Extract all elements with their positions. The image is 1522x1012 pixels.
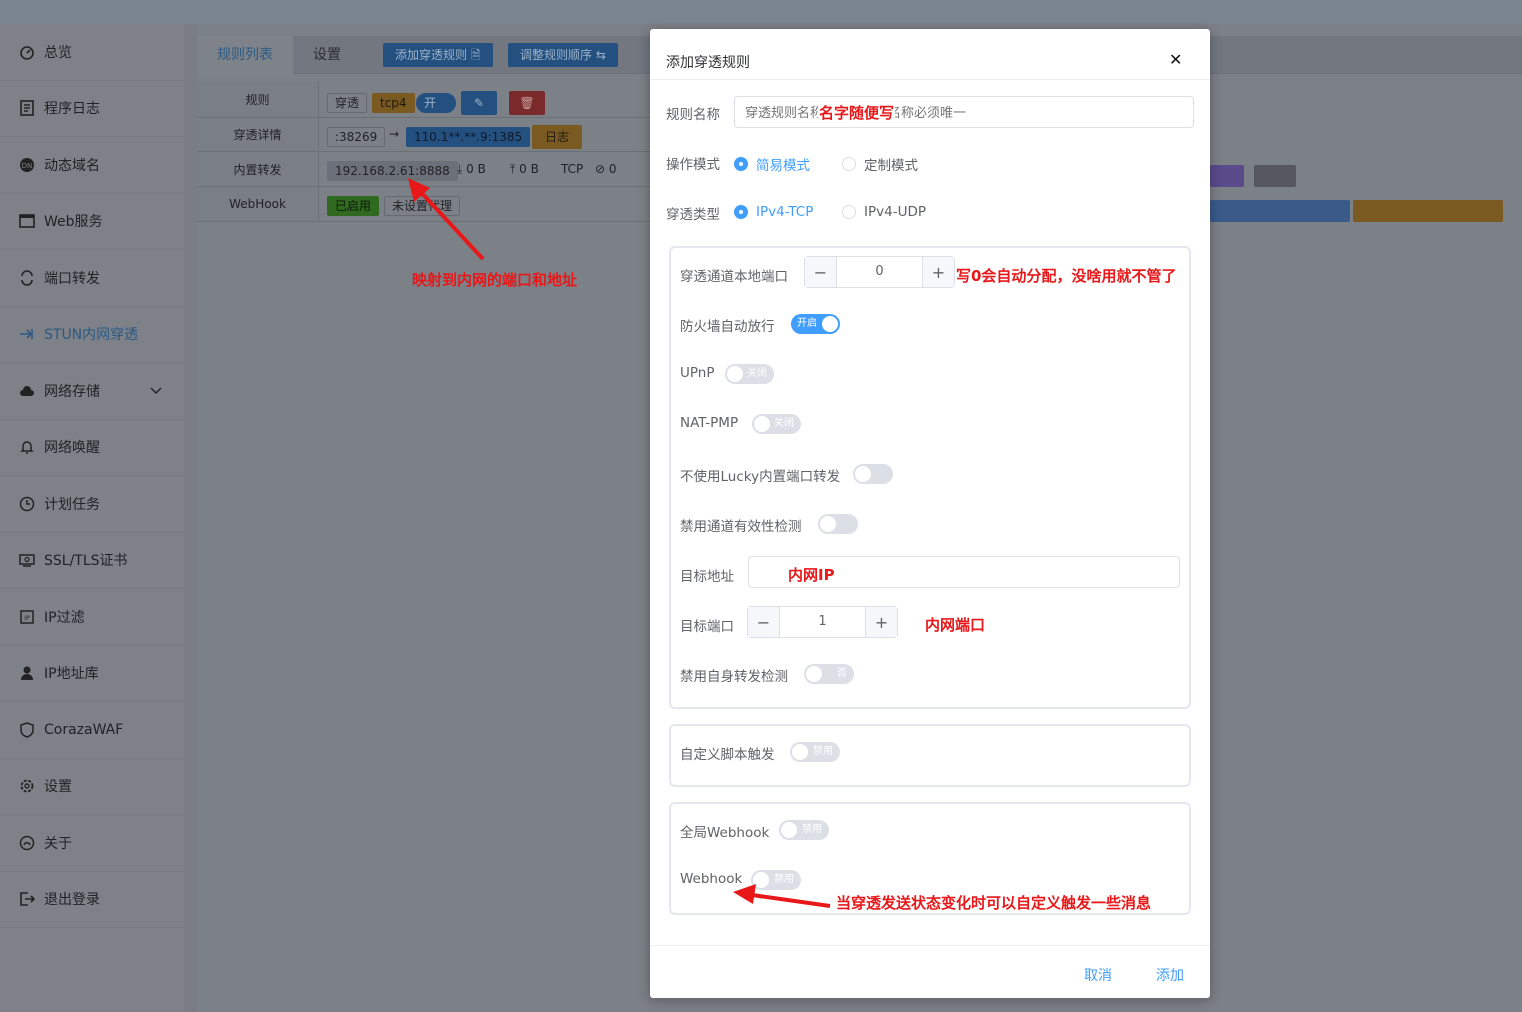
annotation-arrow bbox=[415, 186, 485, 261]
annotation-arrows bbox=[408, 178, 831, 908]
arrow-head bbox=[733, 884, 756, 904]
annotation-arrow bbox=[751, 893, 831, 908]
